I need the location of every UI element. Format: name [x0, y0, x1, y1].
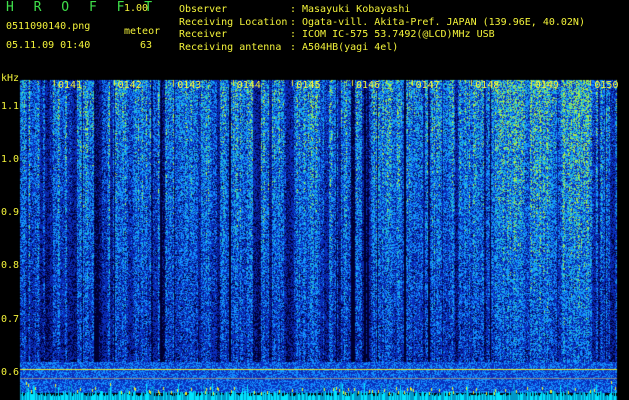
meteor-count: 63 — [140, 40, 153, 51]
y-axis-label: kHz — [1, 73, 20, 84]
info-separator: : — [290, 4, 297, 15]
date-time: 05.11.09 01:40 — [6, 40, 91, 51]
info-value: ICOM IC-575 53.7492(@LCD)MHz USB — [302, 29, 495, 40]
x-tick-label: 0144 — [236, 80, 261, 91]
info-row-location: Receiving Location: Ogata-vill. Akita-Pre… — [179, 17, 585, 30]
x-tick-label: 0150 — [594, 80, 619, 91]
y-tick-label: 0.8 — [1, 260, 20, 272]
info-separator: : — [290, 16, 297, 28]
spectrogram-canvas — [0, 0, 629, 400]
observation-info: Observer: Masayuki Kobayashi Receiving Lo… — [179, 4, 585, 54]
y-tick-label: 1.0 — [1, 153, 20, 165]
x-tick-label: 0149 — [534, 80, 559, 91]
x-tick-label: 0145 — [296, 80, 321, 91]
info-key: Receiver — [179, 29, 228, 40]
x-tick-label: 0146 — [356, 80, 381, 91]
x-tick-label: 0147 — [415, 80, 440, 91]
x-tick-label: 0142 — [117, 80, 142, 91]
info-row-receiver: Receiver: ICOM IC-575 53.7492(@LCD)MHz US… — [179, 29, 585, 42]
info-key: Receiving Location — [179, 16, 288, 28]
x-tick-label: 0148 — [475, 80, 500, 91]
app-version: 1.00 — [124, 3, 149, 14]
y-tick-label: 1.1 — [1, 100, 20, 112]
info-separator: : — [290, 41, 297, 53]
file-name: 0511090140.png — [6, 21, 91, 32]
info-value: Masayuki Kobayashi — [302, 4, 411, 15]
info-value: Ogata-vill. Akita-Pref. JAPAN (139.96E, … — [302, 16, 585, 28]
info-separator: : — [290, 29, 297, 40]
info-key: Receiving antenna — [179, 41, 282, 53]
x-tick-label: 0141 — [58, 80, 83, 91]
info-value: A504HB(yagi 4el) — [302, 41, 399, 53]
info-key: Observer — [179, 4, 228, 15]
y-tick-label: 0.6 — [1, 367, 20, 378]
y-tick-label: 0.7 — [1, 313, 20, 325]
info-row-observer: Observer: Masayuki Kobayashi — [179, 4, 585, 17]
y-tick-label: 0.9 — [1, 207, 20, 219]
x-tick-label: 0143 — [177, 80, 202, 91]
info-row-antenna: Receiving antenna: A504HB(yagi 4el) — [179, 42, 585, 55]
meteor-label: meteor — [124, 26, 161, 37]
